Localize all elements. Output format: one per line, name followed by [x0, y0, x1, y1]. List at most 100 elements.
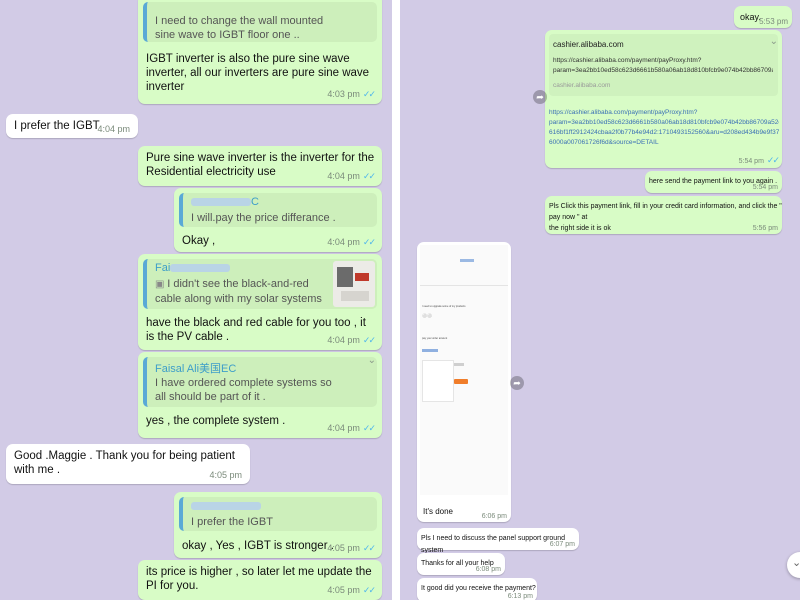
message-meta: 4:04 pm ✓✓	[327, 335, 376, 346]
message-text: okay , Yes , IGBT is stronger .	[182, 540, 334, 552]
quoted-text-content: I didn't see the black-and-red cable alo…	[155, 278, 322, 305]
link-preview-url: https://cashier.alibaba.com/payment/payP…	[553, 57, 773, 74]
quoted-message[interactable]: I need to change the wall mounted sine w…	[143, 2, 377, 42]
quoted-sender-name: C	[251, 196, 259, 208]
redacted-name	[170, 264, 231, 273]
double-check-icon: ✓✓	[362, 89, 376, 99]
chat-pane-left: I need to change the wall mounted sine w…	[0, 0, 392, 600]
message-time: 4:04 pm	[327, 171, 360, 181]
message-time: 4:03 pm	[327, 89, 360, 99]
message-text: Okay ,	[182, 235, 216, 247]
message-outgoing[interactable]: okay. 5:53 pm	[734, 6, 792, 28]
link-preview-card[interactable]: cashier.alibaba.com https://cashier.alib…	[549, 34, 778, 96]
quoted-text: ▣ I didn't see the black-and-red cable a…	[155, 277, 322, 306]
message-time: 6:07 pm	[549, 541, 575, 548]
quoted-sender-name: Fai	[155, 262, 171, 274]
message-incoming[interactable]: Thanks for all your help 6:08 pm	[417, 553, 505, 575]
screenshot-card	[422, 360, 454, 402]
link-preview-site: cashier.alibaba.com	[553, 82, 611, 89]
double-check-icon: ✓✓	[362, 237, 376, 247]
message-outgoing[interactable]: I need to change the wall mounted sine w…	[138, 0, 382, 104]
screenshot-pay-button	[454, 379, 468, 384]
chevron-down-icon[interactable]: ⌄	[770, 36, 778, 47]
quoted-text: I prefer the IGBT	[191, 516, 273, 528]
screenshot-header-bar	[460, 259, 474, 262]
message-meta: 4:05 pm ✓✓	[327, 585, 376, 596]
message-time: 5:54 pm	[738, 158, 764, 165]
double-check-icon: ✓✓	[362, 543, 376, 553]
quoted-image-thumbnail	[333, 261, 375, 307]
camera-icon: ▣	[155, 279, 168, 290]
message-incoming[interactable]: I need to upgrade some of my products ⚪⚪…	[417, 242, 511, 522]
quoted-sender: C	[191, 196, 259, 208]
message-time: 4:04 pm	[327, 335, 360, 345]
quoted-sender-name: Faisal Ali美国EC	[155, 363, 237, 375]
screenshot-box	[454, 363, 464, 366]
screenshot-text-line: pay your order amount	[422, 337, 448, 340]
forward-icon[interactable]: ➦	[510, 376, 524, 390]
quoted-text: I need to change the wall mounted sine w…	[155, 15, 324, 41]
message-incoming[interactable]: It good did you receive the payment? 6:1…	[417, 578, 537, 600]
message-text: okay.	[740, 12, 761, 22]
quoted-sender: Fai	[155, 262, 231, 274]
message-text: Pls Click this payment link, fill in you…	[549, 203, 782, 232]
message-outgoing[interactable]: I prefer the IGBT okay , Yes , IGBT is s…	[174, 492, 382, 558]
message-time: 4:04 pm	[327, 423, 360, 433]
message-time: 5:56 pm	[752, 225, 778, 232]
message-outgoing[interactable]: C I will.pay the price differance . Okay…	[174, 188, 382, 252]
message-outgoing[interactable]: Fai ▣ I didn't see the black-and-red cab…	[138, 254, 382, 350]
message-time: 5:54 pm	[752, 184, 778, 191]
message-outgoing[interactable]: Pls Click this payment link, fill in you…	[545, 196, 782, 234]
message-time: 5:53 pm	[759, 17, 788, 26]
message-time: 6:08 pm	[475, 566, 501, 573]
message-time: 6:13 pm	[507, 593, 533, 600]
scroll-down-button[interactable]: ⌄	[787, 552, 800, 578]
quoted-text: I have ordered complete systems so all s…	[155, 377, 332, 403]
redacted-name	[191, 502, 261, 511]
screenshot-dots: ⚪⚪	[422, 313, 432, 318]
thumbnail-shape	[337, 267, 353, 287]
quoted-message[interactable]: I prefer the IGBT	[179, 497, 377, 531]
redacted-name	[191, 198, 251, 207]
forward-icon[interactable]: ➦	[533, 90, 547, 104]
message-outgoing[interactable]: cashier.alibaba.com https://cashier.alib…	[545, 30, 782, 168]
double-check-icon: ✓✓	[362, 585, 376, 595]
message-incoming[interactable]: Good .Maggie . Thank you for being patie…	[6, 444, 250, 484]
message-meta: 4:03 pm ✓✓	[327, 89, 376, 100]
double-check-icon: ✓✓	[362, 171, 376, 181]
double-check-icon: ✓✓	[362, 335, 376, 345]
quoted-message[interactable]: C I will.pay the price differance .	[179, 193, 377, 227]
message-meta: 5:54 pm ✓✓	[738, 155, 780, 166]
chevron-down-icon[interactable]: ⌄	[368, 355, 376, 366]
quoted-sender	[191, 500, 261, 512]
message-meta: 4:04 pm ✓✓	[327, 171, 376, 182]
message-time: 4:04 pm	[97, 124, 130, 134]
pane-divider	[392, 0, 400, 600]
quoted-message[interactable]: Fai ▣ I didn't see the black-and-red cab…	[143, 259, 377, 309]
thumbnail-shape	[341, 291, 369, 301]
message-incoming[interactable]: Pls I need to discuss the panel support …	[417, 528, 579, 554]
message-outgoing[interactable]: Faisal Ali美国EC I have ordered complete s…	[138, 352, 382, 438]
message-time: 6:06 pm	[481, 513, 507, 520]
double-check-icon: ✓✓	[362, 423, 376, 433]
attached-screenshot[interactable]: I need to upgrade some of my products ⚪⚪…	[420, 245, 508, 495]
message-text: I prefer the IGBT	[14, 120, 100, 132]
message-incoming[interactable]: I prefer the IGBT 4:04 pm	[6, 114, 138, 138]
message-outgoing[interactable]: its price is higher , so later let me up…	[138, 560, 382, 600]
message-text: Good .Maggie . Thank you for being patie…	[14, 450, 235, 476]
message-meta: 4:04 pm ✓✓	[327, 423, 376, 434]
message-outgoing[interactable]: Pure sine wave inverter is the inverter …	[138, 146, 382, 186]
message-meta: 4:05 pm ✓✓	[327, 543, 376, 554]
link-preview-domain: cashier.alibaba.com	[553, 40, 624, 49]
chevron-down-icon: ⌄	[792, 557, 800, 569]
screenshot-tag	[422, 349, 438, 352]
message-outgoing[interactable]: here send the payment link to you again …	[645, 171, 782, 193]
thumbnail-shape	[355, 273, 369, 281]
message-time: 4:05 pm	[209, 470, 242, 480]
quoted-text: I will.pay the price differance .	[191, 212, 336, 224]
message-meta: 4:04 pm ✓✓	[327, 237, 376, 248]
payment-link[interactable]: https://cashier.alibaba.com/payment/payP…	[549, 108, 779, 152]
chat-pane-right: okay. 5:53 pm cashier.alibaba.com https:…	[400, 0, 800, 600]
quoted-message[interactable]: Faisal Ali美国EC I have ordered complete s…	[143, 357, 377, 407]
message-text: IGBT inverter is also the pure sine wave…	[146, 53, 370, 93]
